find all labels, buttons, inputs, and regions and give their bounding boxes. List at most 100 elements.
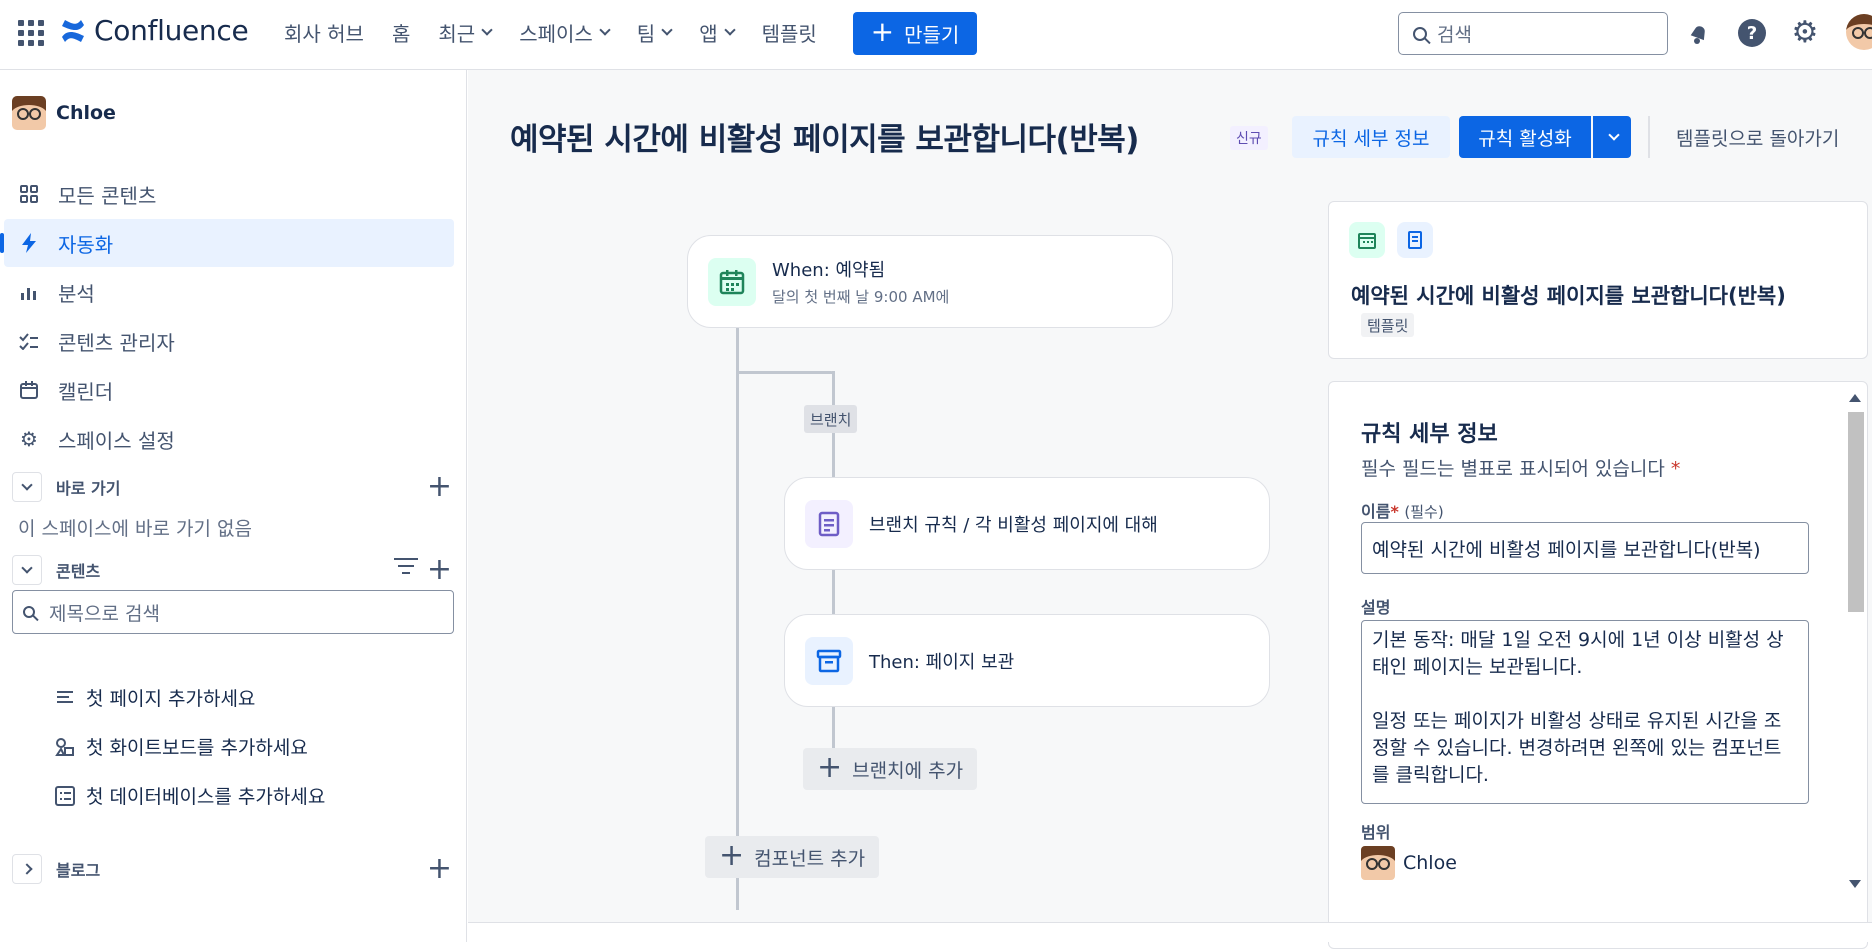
create-button-label: 만들기: [904, 23, 960, 47]
rule-details-button[interactable]: 규칙 세부 정보: [1292, 116, 1450, 158]
rule-summary-panel: 예약된 시간에 비활성 페이지를 보관합니다(반복) 템플릿: [1328, 201, 1868, 359]
blog-section-header: 블로그 +: [12, 851, 452, 887]
filter-icon[interactable]: [394, 558, 418, 578]
add-to-branch-label: 브랜치에 추가: [852, 759, 964, 782]
chevron-down-icon: [481, 24, 493, 36]
shortcuts-toggle[interactable]: [12, 472, 42, 502]
nav-company-hub[interactable]: 회사 허브: [284, 18, 364, 47]
content-item-label: 첫 데이터베이스를 추가하세요: [86, 786, 326, 808]
search-icon: [1413, 26, 1427, 41]
sidebar-item-space-settings[interactable]: ⚙ 스페이스 설정: [4, 415, 454, 463]
confluence-logo-icon: [62, 19, 84, 42]
nav-home-label: 홈: [391, 22, 411, 46]
branch-tag: 브랜치: [804, 405, 858, 433]
add-component-button[interactable]: + 컴포넌트 추가: [705, 836, 880, 878]
rule-name-input[interactable]: 예약된 시간에 비활성 페이지를 보관합니다(반복): [1361, 522, 1809, 574]
content-item-label: 첫 화이트보드를 추가하세요: [86, 737, 308, 759]
scope-space-name: Chloe: [1403, 852, 1457, 874]
nav-teams[interactable]: 팀: [637, 18, 673, 47]
enable-rule-dropdown[interactable]: [1593, 116, 1631, 158]
content-search-input[interactable]: 제목으로 검색: [12, 590, 454, 634]
calendar-icon: [18, 379, 40, 401]
trigger-card[interactable]: When: 예약됨 달의 첫 번째 날 9:00 AM에: [687, 235, 1173, 328]
nav-recent-label: 최근: [438, 22, 476, 46]
settings-button[interactable]: ⚙: [1790, 18, 1820, 48]
content-item-first-database[interactable]: 첫 데이터베이스를 추가하세요: [54, 782, 325, 809]
content-item-first-whiteboard[interactable]: 첫 화이트보드를 추가하세요: [54, 733, 308, 760]
sidebar-item-label: 분석: [58, 281, 95, 306]
nav-home[interactable]: 홈: [392, 18, 410, 47]
branch-rule-card[interactable]: 브랜치 규칙 / 각 비활성 페이지에 대해: [784, 477, 1270, 570]
search-input[interactable]: 검색: [1398, 12, 1668, 55]
sidebar-item-all-content[interactable]: 모든 콘텐츠: [4, 170, 454, 218]
action-card[interactable]: Then: 페이지 보관: [784, 614, 1270, 707]
confluence-logo[interactable]: Confluence: [60, 14, 249, 47]
required-asterisk: *: [1390, 502, 1399, 521]
scope-value[interactable]: Chloe: [1361, 846, 1457, 880]
blog-toggle[interactable]: [12, 854, 42, 884]
checklist-icon: [18, 330, 40, 352]
action-title: Then: 페이지 보관: [869, 651, 1015, 673]
nav-spaces-label: 스페이스: [519, 22, 593, 46]
nav-templates-label: 템플릿: [761, 22, 817, 46]
content-title: 콘텐츠: [56, 562, 101, 581]
profile-avatar[interactable]: [1846, 14, 1872, 50]
gear-icon: ⚙: [20, 427, 38, 451]
nav-recent[interactable]: 최근: [438, 18, 493, 47]
enable-rule-button[interactable]: 규칙 활성화: [1459, 116, 1591, 158]
add-shortcut-icon[interactable]: +: [427, 472, 452, 502]
required-note-text: 필수 필드는 별표로 표시되어 있습니다: [1361, 458, 1665, 480]
whiteboard-icon: [54, 736, 76, 758]
template-badge: 템플릿: [1361, 313, 1415, 337]
content-item-label: 첫 페이지 추가하세요: [86, 688, 256, 710]
nav-apps[interactable]: 앱: [699, 18, 736, 47]
branch-rule-title: 브랜치 규칙 / 각 비활성 페이지에 대해: [869, 514, 1158, 536]
plus-icon: +: [870, 15, 895, 48]
details-scrollbar[interactable]: [1845, 388, 1865, 894]
notifications-icon[interactable]: [1684, 18, 1714, 48]
document-icon: [1397, 222, 1433, 258]
space-header[interactable]: Chloe: [12, 96, 116, 130]
bottom-strip: [468, 922, 1872, 942]
chevron-down-icon: [21, 562, 33, 574]
add-blog-icon[interactable]: +: [427, 854, 452, 884]
add-component-label: 컴포넌트 추가: [754, 847, 866, 870]
sidebar: Chloe 모든 콘텐츠 자동화 분석 콘텐츠 관리자 캘린더 ⚙ 스페이스 설…: [0, 70, 467, 942]
scroll-down-arrow-icon[interactable]: [1849, 880, 1861, 888]
nav-spaces[interactable]: 스페이스: [519, 18, 611, 47]
sidebar-item-content-manager[interactable]: 콘텐츠 관리자: [4, 317, 454, 365]
scroll-thumb[interactable]: [1848, 412, 1864, 612]
add-to-branch-button[interactable]: + 브랜치에 추가: [803, 748, 978, 790]
back-to-templates-link[interactable]: 템플릿으로 돌아가기: [1676, 124, 1839, 151]
main-canvas: 예약된 시간에 비활성 페이지를 보관합니다(반복) 신규 규칙 세부 정보 규…: [468, 70, 1872, 949]
database-icon: [54, 785, 76, 807]
summary-title: 예약된 시간에 비활성 페이지를 보관합니다(반복): [1351, 284, 1786, 308]
nav-templates[interactable]: 템플릿: [762, 18, 817, 47]
flow-branch-connector: [736, 371, 834, 374]
chevron-down-icon: [1608, 128, 1620, 141]
scroll-up-arrow-icon[interactable]: [1849, 394, 1861, 402]
rule-description-textarea[interactable]: 기본 동작: 매달 1일 오전 9시에 1년 이상 비활성 상태인 페이지는 보…: [1361, 620, 1809, 804]
help-icon: ?: [1738, 19, 1766, 47]
blog-title: 블로그: [56, 861, 101, 880]
create-button[interactable]: + 만들기: [853, 12, 977, 55]
content-toggle[interactable]: [12, 555, 42, 585]
sidebar-item-label: 스페이스 설정: [58, 428, 175, 453]
space-avatar: [12, 96, 46, 130]
sidebar-item-automation[interactable]: 자동화: [0, 219, 454, 267]
bar-chart-icon: [18, 281, 40, 303]
chevron-down-icon: [661, 24, 673, 36]
sidebar-item-calendar[interactable]: 캘린더: [4, 366, 454, 414]
app-switcher-icon[interactable]: [18, 20, 44, 46]
archive-icon: [805, 636, 853, 685]
add-content-icon[interactable]: +: [427, 555, 452, 585]
calendar-icon: [708, 257, 756, 306]
help-button[interactable]: ?: [1737, 18, 1767, 48]
required-asterisk: *: [1670, 458, 1681, 480]
sidebar-item-analytics[interactable]: 분석: [4, 268, 454, 316]
gear-icon: ⚙: [1791, 15, 1819, 50]
top-navigation-bar: Confluence 회사 허브 홈 최근 스페이스 팀 앱 템플릿 + 만들기…: [0, 0, 1872, 70]
content-item-first-page[interactable]: 첫 페이지 추가하세요: [54, 684, 255, 711]
nav-company-hub-label: 회사 허브: [284, 22, 364, 46]
content-section-header: 콘텐츠 +: [12, 552, 452, 588]
